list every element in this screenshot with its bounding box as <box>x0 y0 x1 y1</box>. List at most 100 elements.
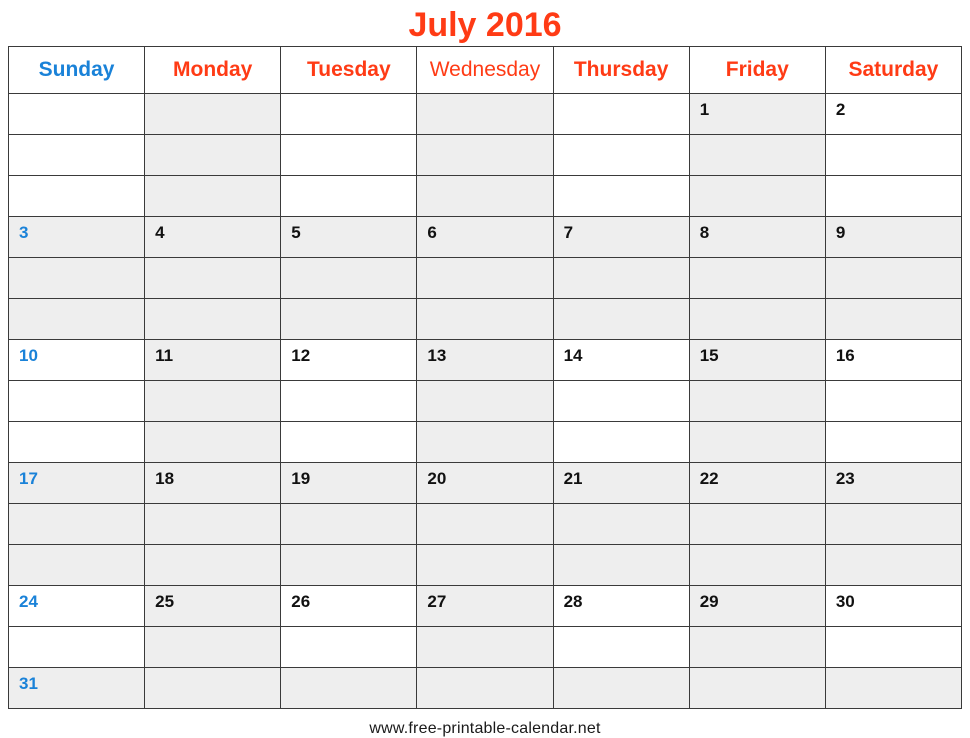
note-cell[interactable] <box>824 257 963 299</box>
note-cell[interactable] <box>552 257 690 299</box>
note-cell[interactable] <box>7 380 146 422</box>
day-cell-29[interactable]: 29 <box>688 585 826 627</box>
note-cell[interactable] <box>416 257 554 299</box>
note-cell[interactable] <box>7 134 146 176</box>
day-cell-19[interactable]: 19 <box>280 462 418 504</box>
note-cell[interactable] <box>7 257 146 299</box>
day-cell-empty[interactable] <box>416 93 554 135</box>
note-cell[interactable] <box>416 626 554 668</box>
note-cell[interactable] <box>552 421 690 463</box>
day-cell-24[interactable]: 24 <box>7 585 146 627</box>
note-cell[interactable] <box>7 503 146 545</box>
day-cell-13[interactable]: 13 <box>416 339 554 381</box>
note-cell[interactable] <box>824 626 963 668</box>
day-cell-27[interactable]: 27 <box>416 585 554 627</box>
day-cell-25[interactable]: 25 <box>144 585 282 627</box>
day-cell-8[interactable]: 8 <box>688 216 826 258</box>
day-cell-empty[interactable] <box>824 667 963 709</box>
day-cell-26[interactable]: 26 <box>280 585 418 627</box>
note-cell[interactable] <box>688 503 826 545</box>
day-cell-12[interactable]: 12 <box>280 339 418 381</box>
day-cell-28[interactable]: 28 <box>552 585 690 627</box>
day-cell-18[interactable]: 18 <box>144 462 282 504</box>
note-cell[interactable] <box>824 380 963 422</box>
note-cell[interactable] <box>824 503 963 545</box>
note-cell[interactable] <box>416 134 554 176</box>
note-cell[interactable] <box>552 175 690 217</box>
day-cell-14[interactable]: 14 <box>552 339 690 381</box>
note-cell[interactable] <box>7 544 146 586</box>
note-cell[interactable] <box>280 134 418 176</box>
note-cell[interactable] <box>824 298 963 340</box>
note-cell[interactable] <box>280 503 418 545</box>
note-cell[interactable] <box>7 626 146 668</box>
day-cell-10[interactable]: 10 <box>7 339 146 381</box>
note-cell[interactable] <box>552 626 690 668</box>
day-cell-21[interactable]: 21 <box>552 462 690 504</box>
day-cell-22[interactable]: 22 <box>688 462 826 504</box>
note-cell[interactable] <box>552 380 690 422</box>
day-cell-11[interactable]: 11 <box>144 339 282 381</box>
day-cell-9[interactable]: 9 <box>824 216 963 258</box>
note-cell[interactable] <box>688 134 826 176</box>
note-cell[interactable] <box>552 503 690 545</box>
note-cell[interactable] <box>280 298 418 340</box>
note-cell[interactable] <box>7 175 146 217</box>
day-cell-empty[interactable] <box>552 667 690 709</box>
day-cell-4[interactable]: 4 <box>144 216 282 258</box>
note-cell[interactable] <box>416 421 554 463</box>
note-cell[interactable] <box>7 298 146 340</box>
day-cell-empty[interactable] <box>280 93 418 135</box>
note-cell[interactable] <box>688 626 826 668</box>
day-cell-empty[interactable] <box>416 667 554 709</box>
day-cell-empty[interactable] <box>280 667 418 709</box>
note-cell[interactable] <box>144 298 282 340</box>
day-cell-16[interactable]: 16 <box>824 339 963 381</box>
note-cell[interactable] <box>824 544 963 586</box>
day-cell-empty[interactable] <box>688 667 826 709</box>
day-cell-31[interactable]: 31 <box>7 667 146 709</box>
note-cell[interactable] <box>824 175 963 217</box>
day-cell-17[interactable]: 17 <box>7 462 146 504</box>
note-cell[interactable] <box>144 257 282 299</box>
note-cell[interactable] <box>552 544 690 586</box>
note-cell[interactable] <box>280 421 418 463</box>
day-cell-5[interactable]: 5 <box>280 216 418 258</box>
note-cell[interactable] <box>416 544 554 586</box>
note-cell[interactable] <box>280 626 418 668</box>
note-cell[interactable] <box>552 134 690 176</box>
note-cell[interactable] <box>824 134 963 176</box>
note-cell[interactable] <box>7 421 146 463</box>
note-cell[interactable] <box>688 421 826 463</box>
day-cell-2[interactable]: 2 <box>824 93 963 135</box>
day-cell-3[interactable]: 3 <box>7 216 146 258</box>
day-cell-empty[interactable] <box>144 667 282 709</box>
day-cell-15[interactable]: 15 <box>688 339 826 381</box>
note-cell[interactable] <box>280 380 418 422</box>
note-cell[interactable] <box>824 421 963 463</box>
note-cell[interactable] <box>688 257 826 299</box>
note-cell[interactable] <box>416 175 554 217</box>
note-cell[interactable] <box>144 380 282 422</box>
note-cell[interactable] <box>688 380 826 422</box>
day-cell-6[interactable]: 6 <box>416 216 554 258</box>
note-cell[interactable] <box>144 134 282 176</box>
note-cell[interactable] <box>280 257 418 299</box>
day-cell-empty[interactable] <box>144 93 282 135</box>
day-cell-empty[interactable] <box>7 93 146 135</box>
day-cell-30[interactable]: 30 <box>824 585 963 627</box>
note-cell[interactable] <box>144 175 282 217</box>
note-cell[interactable] <box>416 298 554 340</box>
day-cell-20[interactable]: 20 <box>416 462 554 504</box>
note-cell[interactable] <box>688 175 826 217</box>
note-cell[interactable] <box>144 626 282 668</box>
note-cell[interactable] <box>144 421 282 463</box>
note-cell[interactable] <box>552 298 690 340</box>
note-cell[interactable] <box>280 544 418 586</box>
day-cell-1[interactable]: 1 <box>688 93 826 135</box>
note-cell[interactable] <box>144 544 282 586</box>
note-cell[interactable] <box>280 175 418 217</box>
note-cell[interactable] <box>144 503 282 545</box>
note-cell[interactable] <box>416 380 554 422</box>
day-cell-empty[interactable] <box>552 93 690 135</box>
